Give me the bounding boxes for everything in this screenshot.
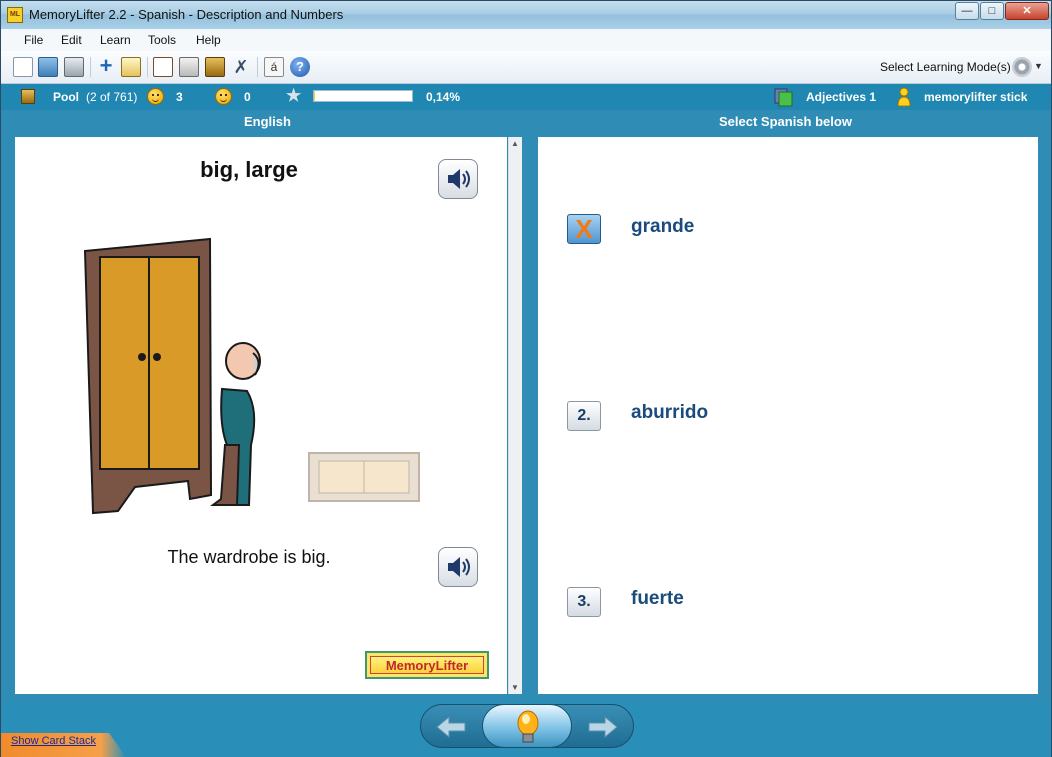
user-name[interactable]: memorylifter stick <box>924 90 1027 104</box>
answer-option-3-button[interactable]: 3. <box>567 587 601 617</box>
window-title: MemoryLifter 2.2 - Spanish - Description… <box>29 7 344 22</box>
toolbar-separator <box>90 57 91 77</box>
answer-option-1-text[interactable]: grande <box>631 216 694 238</box>
app-window: ML MemoryLifter 2.2 - Spanish - Descript… <box>0 0 1052 757</box>
menu-edit[interactable]: Edit <box>61 33 82 47</box>
scroll-down-icon[interactable]: ▼ <box>511 683 519 692</box>
presentation-icon[interactable] <box>153 57 173 77</box>
play-question-audio-button[interactable] <box>438 159 478 199</box>
progress-bar <box>313 90 413 102</box>
answer-option-3-text[interactable]: fuerte <box>631 588 684 610</box>
question-text: big, large <box>200 157 298 182</box>
edit-card-icon[interactable] <box>121 57 141 77</box>
app-logo-icon: ML <box>7 7 23 23</box>
print-cards-icon[interactable] <box>179 57 199 77</box>
learning-mode-label[interactable]: Select Learning Mode(s) <box>880 60 1011 74</box>
sad-count: 0 <box>244 90 251 104</box>
help-icon[interactable]: ? <box>290 57 310 77</box>
answer-panel: X grande 2. aburrido 3. fuerte <box>538 137 1038 694</box>
show-card-stack-tab[interactable]: Show Card Stack <box>1 733 126 757</box>
memorylifter-logo-text: MemoryLifter <box>370 656 484 674</box>
minimize-button[interactable]: — <box>955 2 979 20</box>
card-scrollbar[interactable]: ▲ ▼ <box>508 137 522 694</box>
answer-option-2-button[interactable]: 2. <box>567 401 601 431</box>
menu-bar: File Edit Learn Tools Help <box>1 29 1051 51</box>
right-column-header: Select Spanish below <box>719 114 852 129</box>
previous-arrow-icon[interactable] <box>435 713 467 741</box>
chapter-icon <box>774 88 793 107</box>
answer-option-2-text[interactable]: aburrido <box>631 402 708 424</box>
open-folder-icon[interactable] <box>38 57 58 77</box>
lightbulb-icon <box>517 710 539 743</box>
hint-button[interactable] <box>482 704 572 748</box>
gear-icon[interactable] <box>1012 57 1032 77</box>
close-button[interactable]: ✕ <box>1005 2 1049 20</box>
answer-option-1-button[interactable]: X <box>567 214 601 244</box>
toolbar-separator <box>147 57 148 77</box>
status-bar: Pool (2 of 761) 3 0 ★ 0,14% Adjectives 1… <box>1 84 1051 110</box>
user-icon <box>897 87 911 107</box>
menu-tools[interactable]: Tools <box>148 33 176 47</box>
question-card: big, large The wardrobe is big. MemoryLi… <box>15 137 507 694</box>
wrong-answer-icon: X <box>575 214 593 244</box>
example-sentence: The wardrobe is big. <box>167 547 331 567</box>
memorylifter-logo: MemoryLifter <box>365 651 489 679</box>
wardrobe-illustration <box>83 237 420 515</box>
add-card-icon[interactable]: + <box>96 55 116 77</box>
scroll-up-icon[interactable]: ▲ <box>511 139 519 148</box>
new-file-icon[interactable] <box>13 57 33 77</box>
happy-smiley-icon <box>147 88 164 105</box>
show-card-stack-link[interactable]: Show Card Stack <box>11 735 96 747</box>
maximize-button[interactable]: □ <box>980 2 1004 20</box>
speaker-icon <box>448 557 470 577</box>
menu-learn[interactable]: Learn <box>100 33 131 47</box>
progress-text: 0,14% <box>426 90 461 104</box>
chevron-down-icon[interactable]: ▼ <box>1034 61 1043 71</box>
star-icon: ★ <box>286 86 302 105</box>
pool-count: (2 of 761) <box>86 90 138 104</box>
toolbar-separator <box>257 57 258 77</box>
menu-file[interactable]: File <box>24 33 43 47</box>
smiley-count: 3 <box>176 90 183 104</box>
play-sentence-audio-button[interactable] <box>438 547 478 587</box>
chapter-name[interactable]: Adjectives 1 <box>806 90 876 104</box>
title-bar: ML MemoryLifter 2.2 - Spanish - Descript… <box>1 1 1051 29</box>
bottom-bar <box>1 701 1051 757</box>
card-box-icon <box>21 89 35 104</box>
special-characters-icon[interactable]: á <box>264 57 284 77</box>
pool-label: Pool <box>53 90 79 104</box>
sad-smiley-icon <box>215 88 232 105</box>
card-stack-icon[interactable] <box>205 57 225 77</box>
menu-help[interactable]: Help <box>196 33 221 47</box>
tools-icon[interactable]: ✗ <box>231 57 251 77</box>
next-arrow-icon[interactable] <box>587 713 619 741</box>
toolbar: + ✗ á ? Select Learning Mode(s) ▼ <box>1 51 1051 84</box>
speaker-icon <box>448 169 470 189</box>
print-icon[interactable] <box>64 57 84 77</box>
left-column-header: English <box>244 114 291 129</box>
